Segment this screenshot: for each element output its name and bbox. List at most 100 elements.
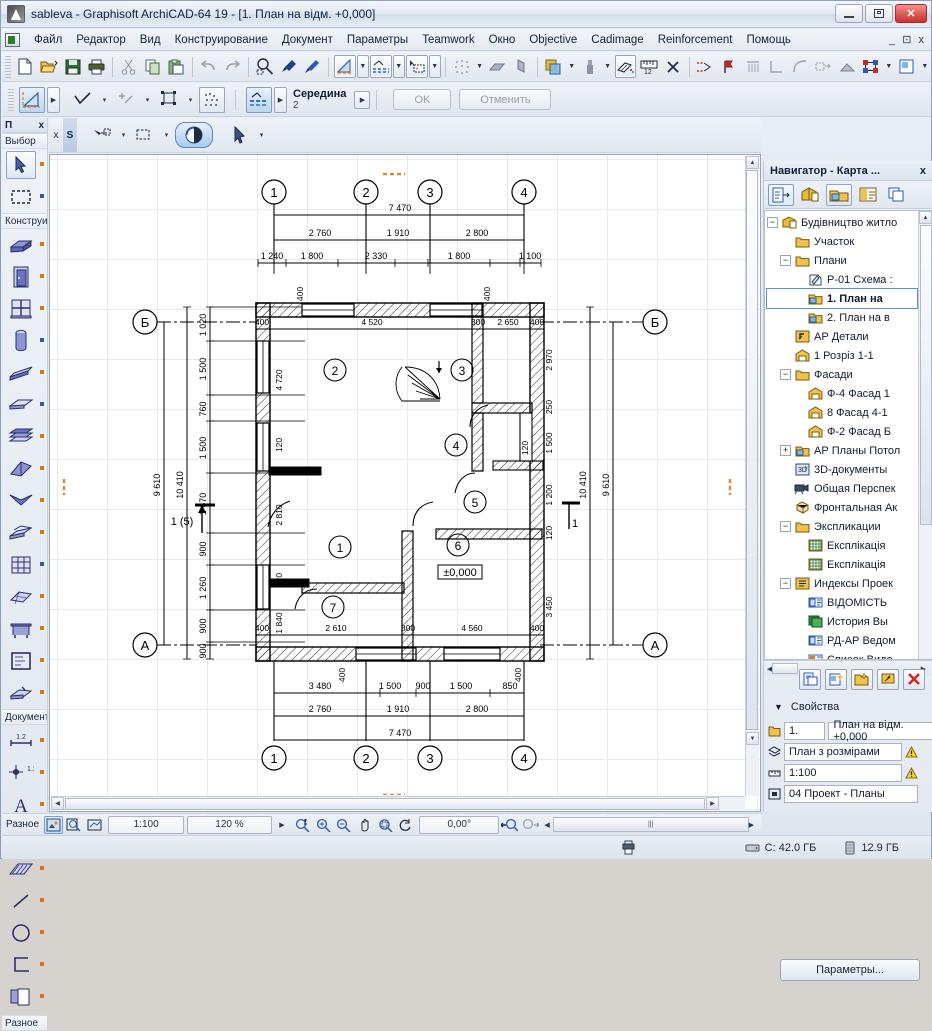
find-select-icon[interactable] xyxy=(254,55,276,78)
circle-tool[interactable] xyxy=(2,917,47,949)
tree-item[interactable]: Список Видо xyxy=(767,650,917,660)
minimize-button[interactable] xyxy=(835,4,863,23)
toolbar-grip[interactable] xyxy=(8,89,14,111)
floor-plan-canvas[interactable]: 1 2 3 4 7 470 2 760 1 910 2 800 xyxy=(49,154,761,812)
orbit-button[interactable] xyxy=(396,816,415,834)
previous-zoom-button[interactable] xyxy=(500,816,519,834)
close-icon[interactable]: x xyxy=(49,130,63,141)
shell-tool[interactable] xyxy=(2,485,47,517)
magic-wand-tool-icon[interactable] xyxy=(334,55,356,78)
scroll-left-button[interactable]: ◀ xyxy=(51,797,64,810)
delete-button[interactable] xyxy=(903,669,925,690)
zoom-step-button[interactable] xyxy=(293,816,312,834)
chevron-down-icon[interactable]: ▼ xyxy=(393,55,405,78)
fill-pattern-tool-icon[interactable] xyxy=(175,122,213,148)
active-tool-icon[interactable] xyxy=(19,87,45,113)
intersect-icon[interactable] xyxy=(766,55,788,78)
syringe-icon[interactable] xyxy=(301,55,323,78)
mesh-tool[interactable] xyxy=(2,581,47,613)
close-button[interactable]: ✕ xyxy=(895,4,927,23)
tree-item[interactable]: 1. План на xyxy=(767,289,917,308)
chevron-right-icon[interactable]: ▶ xyxy=(47,87,60,113)
horizontal-scroll-thumb[interactable] xyxy=(65,798,705,810)
tree-item[interactable]: −Фасади xyxy=(767,365,917,384)
chevron-down-icon[interactable]: ▾ xyxy=(98,88,111,111)
tree-item[interactable]: −Будівництво житло xyxy=(767,213,917,232)
tree-item[interactable]: 8 Фасад 4-1 xyxy=(767,403,917,422)
column-tool[interactable] xyxy=(2,325,47,357)
status-scroll-left-icon[interactable]: ◀ xyxy=(544,821,549,829)
chevron-down-icon[interactable]: ▾ xyxy=(160,124,173,147)
snap-to-midpoint-icon[interactable] xyxy=(113,87,139,113)
chevron-down-icon[interactable]: ▼ xyxy=(473,55,485,78)
adjust-element-icon[interactable] xyxy=(718,55,740,78)
print-icon[interactable] xyxy=(86,55,108,78)
vertical-scroll-thumb[interactable] xyxy=(746,170,758,730)
tree-item[interactable]: −Индексы Проек xyxy=(767,574,917,593)
zoom-dropdown-button[interactable]: ▶ xyxy=(273,816,292,834)
close-icon[interactable]: x xyxy=(38,120,44,131)
element-anchor-icon[interactable] xyxy=(156,87,182,113)
toolbar-side-grip[interactable]: S xyxy=(63,118,77,152)
eyedropper-icon[interactable] xyxy=(278,55,300,78)
menu-options[interactable]: Параметры xyxy=(340,32,415,48)
layout-book-icon[interactable] xyxy=(855,184,881,206)
collapse-icon[interactable]: − xyxy=(780,255,791,266)
midpoint-expand-icon[interactable]: ▶ xyxy=(354,91,370,109)
tree-item[interactable]: Ф-2 Фасад Б xyxy=(767,422,917,441)
element-face-icon[interactable] xyxy=(510,55,532,78)
collapse-icon[interactable]: − xyxy=(767,217,778,228)
select-arrow-tool-icon[interactable] xyxy=(89,122,115,148)
ok-button[interactable]: OK xyxy=(393,89,451,110)
redo-icon[interactable] xyxy=(222,55,244,78)
collapse-icon[interactable]: − xyxy=(780,578,791,589)
chevron-down-icon[interactable]: ▾ xyxy=(184,88,197,111)
stair-tool[interactable] xyxy=(2,421,47,453)
beam-tool[interactable] xyxy=(2,357,47,389)
preview-button[interactable] xyxy=(65,816,84,834)
open-folder-icon[interactable] xyxy=(38,55,60,78)
menu-objective[interactable]: Objective xyxy=(522,32,584,48)
tree-item[interactable]: Участок xyxy=(767,232,917,251)
tree-item[interactable]: РД-АР Ведом xyxy=(767,631,917,650)
line-tool[interactable] xyxy=(2,885,47,917)
collapse-icon[interactable]: − xyxy=(780,521,791,532)
window-tool[interactable] xyxy=(2,293,47,325)
tree-item[interactable]: История Вы xyxy=(767,612,917,631)
collapse-icon[interactable]: − xyxy=(780,369,791,380)
zoom-display[interactable]: 120 % xyxy=(187,816,271,834)
polyline-tool[interactable] xyxy=(2,949,47,981)
menu-help[interactable]: Помощь xyxy=(739,32,797,48)
navigator-close-icon[interactable]: x xyxy=(920,165,926,177)
scale-display[interactable]: 1:100 xyxy=(108,816,184,834)
project-map-icon[interactable] xyxy=(797,184,823,206)
element-info-icon[interactable] xyxy=(406,55,428,78)
publisher-sets-icon[interactable] xyxy=(884,184,910,206)
scroll-up-button[interactable]: ▲ xyxy=(746,156,759,169)
chevron-down-icon[interactable]: ▾ xyxy=(141,88,154,111)
snap-to-node-icon[interactable] xyxy=(70,87,96,113)
chevron-down-icon[interactable]: ▼ xyxy=(883,55,895,78)
fillet-icon[interactable] xyxy=(789,55,811,78)
menu-window[interactable]: Окно xyxy=(482,32,523,48)
chevron-down-icon[interactable]: ▼ xyxy=(919,55,931,78)
new-folder-button[interactable] xyxy=(851,669,873,690)
chevron-down-icon[interactable]: ▼ xyxy=(429,55,441,78)
fit-in-window-button[interactable] xyxy=(376,816,395,834)
tree-item[interactable]: +АР Планы Потол xyxy=(767,441,917,460)
zoom-out-button[interactable] xyxy=(335,816,354,834)
chevron-down-icon[interactable]: ▾ xyxy=(255,124,268,147)
pen-weight-icon[interactable] xyxy=(579,55,601,78)
drag-copy-icon[interactable] xyxy=(813,55,835,78)
tree-item[interactable]: Експлікація xyxy=(767,555,917,574)
scale-ruler-icon[interactable]: 12 xyxy=(638,55,660,78)
tree-item[interactable]: ВІДОМІСТЬ xyxy=(767,593,917,612)
status-scroll-right-icon[interactable]: ▶ xyxy=(749,821,754,829)
marquee-tool[interactable] xyxy=(2,181,47,213)
cancel-button[interactable]: Отменить xyxy=(459,89,551,110)
tree-item[interactable]: −Плани xyxy=(767,251,917,270)
window-controls[interactable]: ✕ xyxy=(835,4,927,23)
paste-icon[interactable] xyxy=(165,55,187,78)
tree-vertical-scrollbar[interactable]: ▲ xyxy=(918,211,932,659)
menu-view[interactable]: Вид xyxy=(133,32,168,48)
